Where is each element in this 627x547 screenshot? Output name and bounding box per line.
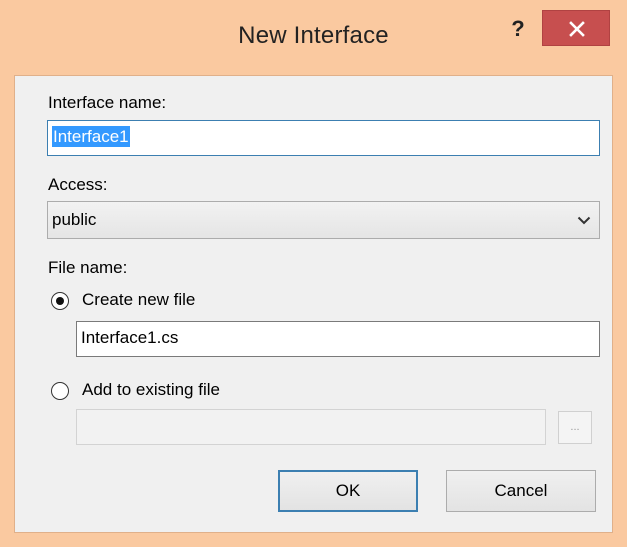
interface-name-value: Interface1: [52, 126, 130, 147]
close-button[interactable]: [542, 10, 610, 46]
create-new-file-radio[interactable]: [51, 292, 69, 310]
create-new-file-label[interactable]: Create new file: [82, 290, 195, 310]
access-dropdown[interactable]: public: [47, 201, 600, 239]
ok-button[interactable]: OK: [278, 470, 418, 512]
cancel-button[interactable]: Cancel: [446, 470, 596, 512]
title-bar[interactable]: New Interface ?: [0, 0, 627, 72]
add-existing-file-label[interactable]: Add to existing file: [82, 380, 220, 400]
browse-button[interactable]: ...: [558, 411, 592, 444]
dialog-window: New Interface ? Interface name: Interfac…: [0, 0, 627, 547]
file-name-label: File name:: [48, 258, 128, 277]
radio-selected-dot: [56, 297, 64, 305]
dialog-body: Interface name: Interface1 Access: publi…: [14, 75, 613, 533]
close-icon: [569, 21, 585, 37]
add-existing-file-radio[interactable]: [51, 382, 69, 400]
access-value: public: [52, 210, 97, 229]
existing-file-input[interactable]: [76, 409, 546, 445]
new-file-name-input[interactable]: Interface1.cs: [76, 321, 600, 357]
interface-name-label: Interface name:: [48, 93, 167, 112]
chevron-down-icon: [577, 216, 591, 225]
access-label: Access:: [48, 175, 108, 194]
help-button[interactable]: ?: [501, 14, 535, 44]
interface-name-input[interactable]: Interface1: [47, 120, 600, 156]
